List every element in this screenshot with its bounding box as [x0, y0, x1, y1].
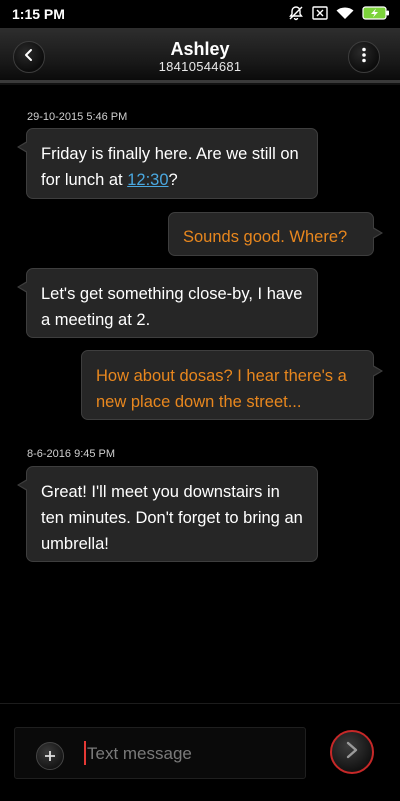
message-text: How about dosas? I hear there's a new pl…	[96, 367, 347, 411]
compose-bar	[0, 703, 400, 801]
message-text: Great! I'll meet you downstairs in ten m…	[41, 483, 303, 553]
more-vertical-icon	[361, 47, 367, 68]
attach-button[interactable]	[36, 742, 64, 770]
message-timestamp: 29-10-2015 5:46 PM	[27, 111, 128, 123]
message-timestamp: 8-6-2016 9:45 PM	[27, 448, 116, 460]
message-text: Sounds good. Where?	[183, 228, 348, 246]
outgoing-message-bubble[interactable]: How about dosas? I hear there's a new pl…	[81, 350, 383, 420]
incoming-message-bubble[interactable]: Friday is finally here. Are we still on …	[17, 128, 318, 199]
plus-icon	[44, 747, 56, 765]
battery-charging-icon	[362, 6, 390, 25]
incoming-message-bubble[interactable]: Great! I'll meet you downstairs in ten m…	[17, 466, 318, 562]
message-input-container[interactable]	[14, 727, 306, 779]
incoming-message-bubble[interactable]: Let's get something close-by, I have a m…	[17, 268, 318, 338]
contact-number: 18410544681	[158, 59, 242, 74]
message-text: Let's get something close-by, I have a m…	[41, 285, 303, 329]
message-input[interactable]	[85, 738, 299, 770]
outgoing-message-bubble[interactable]: Sounds good. Where?	[168, 212, 383, 256]
chevron-right-icon	[344, 741, 360, 764]
send-button[interactable]	[330, 730, 374, 774]
status-time: 1:15 PM	[12, 6, 65, 22]
conversation-header: Ashley 18410544681	[0, 28, 400, 83]
status-icons	[288, 5, 390, 26]
more-options-button[interactable]	[348, 41, 380, 73]
message-time-link[interactable]: 12:30	[127, 171, 168, 189]
mute-notifications-icon	[288, 5, 304, 26]
sim-x-icon	[312, 6, 328, 25]
wifi-icon	[336, 6, 354, 25]
message-text: ?	[168, 171, 178, 189]
status-bar: 1:15 PM	[0, 0, 400, 28]
contact-name[interactable]: Ashley	[0, 39, 400, 60]
